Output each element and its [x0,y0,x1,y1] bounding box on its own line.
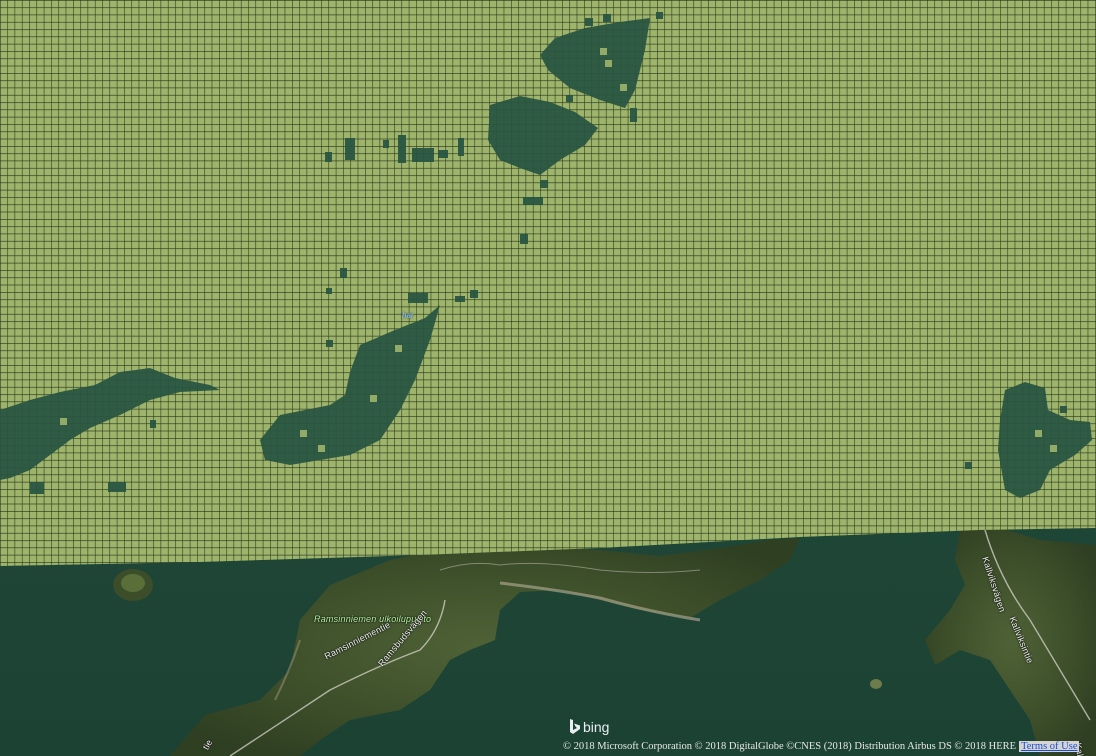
terms-of-use-link[interactable]: Terms of Use [1019,740,1080,752]
bing-logo-text: bing [583,719,610,735]
bing-logo[interactable]: bing [569,719,609,735]
satellite-map-canvas[interactable] [0,0,1096,756]
copyright-text: © 2018 Microsoft Corporation © 2018 Digi… [563,740,1017,752]
attribution-bar: © 2018 Microsoft Corporation © 2018 Digi… [563,739,1080,753]
water-label: har [402,311,414,320]
bing-logo-icon [570,719,580,734]
map-view[interactable]: Ramsinniemen ulkoilupuisto Ramsinniement… [0,0,1096,756]
grid-overlay [0,0,1096,566]
islet-east [870,679,882,689]
